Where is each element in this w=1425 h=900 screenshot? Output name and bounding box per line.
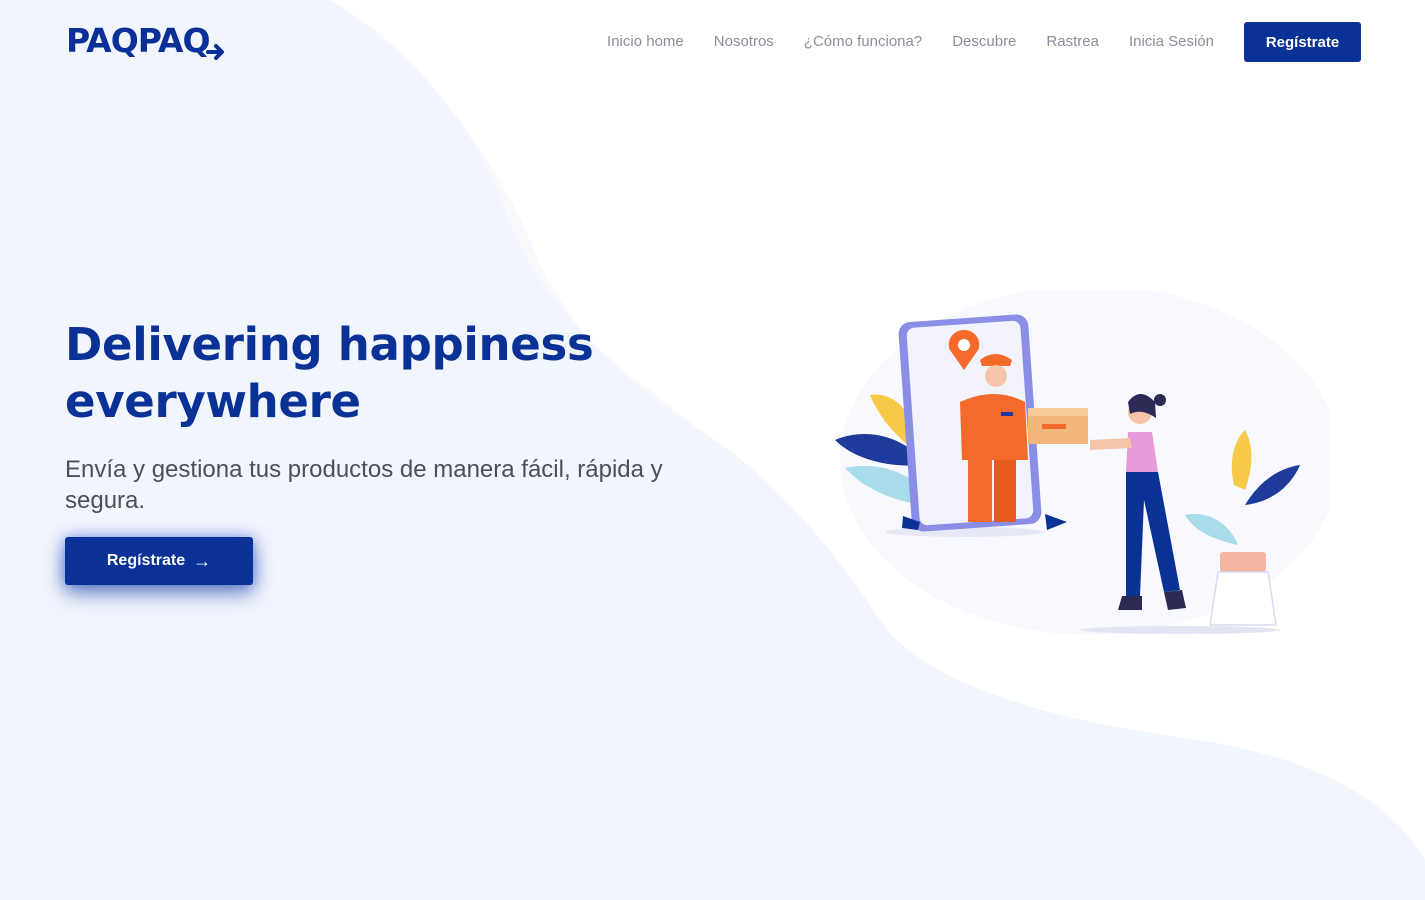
paqpaq-logo[interactable]: PAQPAQ [66,22,226,60]
nav-link-como-funciona[interactable]: ¿Cómo funciona? [804,22,922,62]
parcel-illustration [1028,408,1088,444]
logo-arrow-icon [205,44,224,60]
register-button-nav[interactable]: Regístrate [1244,22,1361,62]
hero-title-line1: Delivering happiness [65,318,594,371]
arrow-right-icon: → [193,551,212,571]
nav-link-inicio[interactable]: Inicio home [607,22,684,62]
hero-title-line2: everywhere [65,375,361,428]
nav-link-descubre[interactable]: Descubre [952,22,1016,62]
nav-link-rastrea[interactable]: Rastrea [1046,22,1099,62]
nav-link-inicia-sesion[interactable]: Inicia Sesión [1129,22,1214,62]
register-button-hero-label: Regístrate [106,552,186,569]
hero-title: Delivering happiness everywhere [65,316,725,430]
hero-section: Delivering happiness everywhere Envía y … [65,316,725,585]
hero-subtitle: Envía y gestiona tus productos de manera… [65,456,663,514]
logo-text: PAQPAQ [66,21,210,60]
main-nav: Inicio home Nosotros ¿Cómo funciona? Des… [607,22,1361,62]
delivery-illustration [835,290,1330,635]
register-button-hero[interactable]: Regístrate → [65,537,253,585]
nav-link-nosotros[interactable]: Nosotros [714,22,774,62]
top-navbar: PAQPAQ Inicio home Nosotros ¿Cómo funcio… [0,0,1425,84]
